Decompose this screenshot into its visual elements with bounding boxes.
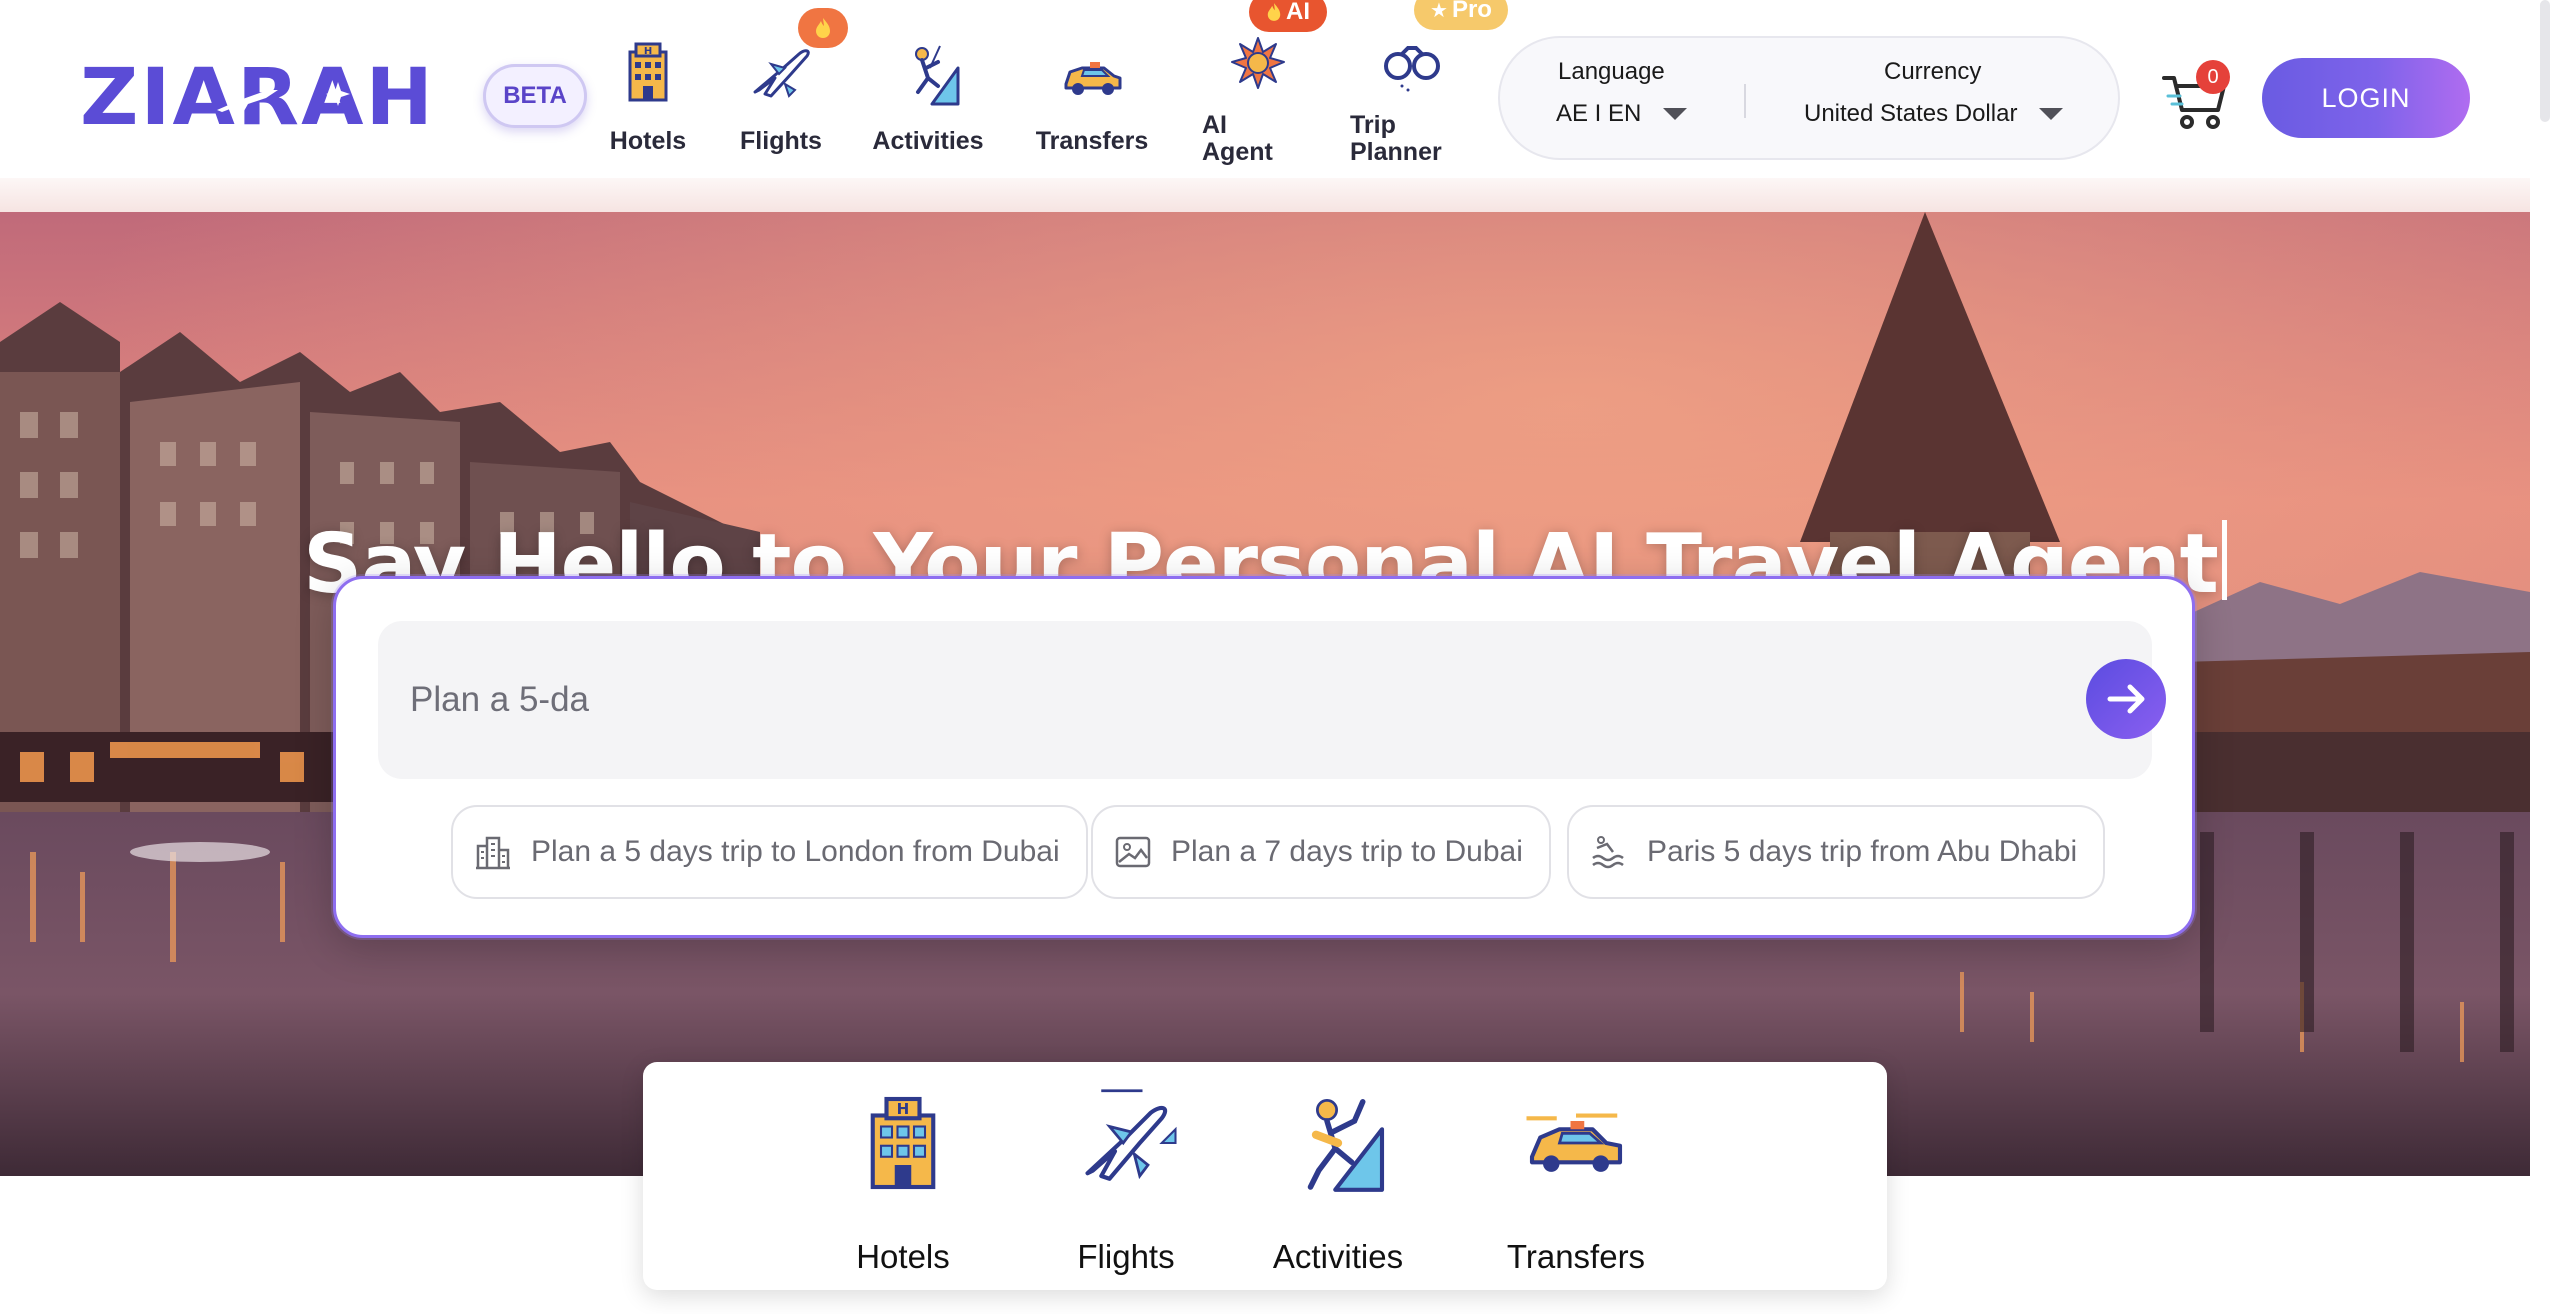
locale-divider: [1744, 84, 1746, 118]
nav-flights-label: Flights: [740, 127, 822, 155]
currency-value: United States Dollar: [1804, 100, 2018, 127]
language-value: AE I EN: [1556, 100, 1642, 127]
suggestion-chip[interactable]: Plan a 7 days trip to Dubai: [1091, 805, 1551, 899]
category-flights-label: Flights: [1077, 1238, 1175, 1275]
category-transfers[interactable]: Transfers: [1491, 1082, 1661, 1282]
nav-transfers-label: Transfers: [1035, 127, 1149, 155]
category-activities[interactable]: Activities: [1253, 1082, 1423, 1282]
header-divider: [0, 178, 2530, 212]
ai-search-card: Plan a 5 days trip to London from Dubai …: [333, 576, 2195, 938]
beta-badge: BETA: [483, 64, 587, 128]
nav-ai-agent[interactable]: AI AI Agent: [1202, 0, 1327, 174]
nav-flights[interactable]: Flights: [738, 8, 848, 174]
trip-prompt-input[interactable]: [408, 661, 2012, 739]
suggestion-chip-label: Paris 5 days trip from Abu Dhabi: [1647, 835, 2078, 868]
category-flights[interactable]: Flights: [1041, 1082, 1211, 1282]
category-transfers-label: Transfers: [1506, 1238, 1646, 1275]
suggestion-chip[interactable]: Paris 5 days trip from Abu Dhabi: [1567, 805, 2106, 899]
currency-label: Currency: [1884, 58, 1982, 85]
climber-icon: [1307, 1099, 1385, 1192]
taxi-icon: [1064, 62, 1122, 95]
nav-activities-label: Activities: [872, 127, 984, 155]
nav-trip-planner-label: Trip Planner: [1350, 111, 1442, 166]
nav-hotels[interactable]: H Hotels: [598, 24, 698, 174]
star-icon: ★: [1430, 0, 1448, 22]
chevron-down-icon: [2039, 108, 2064, 120]
ai-badge-label: AI: [1286, 0, 1310, 25]
chevron-down-icon: [1663, 108, 1688, 120]
nav-activities[interactable]: Activities: [872, 24, 984, 174]
cart-count-badge: 0: [2196, 60, 2230, 94]
nav-ai-agent-label: AI Agent: [1202, 111, 1273, 166]
submit-button[interactable]: [2086, 659, 2166, 739]
pro-badge-label: Pro: [1451, 0, 1492, 23]
climber-icon: [915, 45, 960, 106]
login-button[interactable]: LOGIN: [2262, 58, 2470, 138]
category-hotels[interactable]: H Hotels: [818, 1082, 988, 1282]
ai-burst-icon: [1231, 37, 1285, 89]
fire-icon: [816, 18, 830, 38]
ai-badge: AI: [1249, 0, 1327, 32]
language-label: Language: [1558, 58, 1665, 85]
category-card: H Hotels Flights Activities Transfers: [643, 1062, 1887, 1290]
suggestion-chip-label: Plan a 7 days trip to Dubai: [1171, 835, 1523, 868]
fire-icon: [1267, 3, 1281, 21]
search-field: [378, 621, 2166, 779]
flights-fire-badge: [798, 8, 848, 48]
category-hotels-label: Hotels: [856, 1238, 950, 1275]
scrollbar-thumb[interactable]: [2540, 0, 2550, 122]
category-activities-label: Activities: [1272, 1238, 1404, 1275]
nav-trip-planner[interactable]: ★ Pro Trip Planner: [1350, 0, 1508, 174]
scrollbar-track[interactable]: [2530, 0, 2556, 1314]
nav-transfers[interactable]: Transfers: [1036, 24, 1148, 174]
hotel-icon: H: [870, 1096, 936, 1190]
svg-text:H: H: [897, 1100, 910, 1118]
language-dropdown[interactable]: AE I EN: [1556, 100, 1688, 128]
ziarah-logo[interactable]: ZIARAH: [80, 53, 440, 143]
svg-text:H: H: [644, 46, 652, 57]
taxi-icon: [1526, 1113, 1623, 1172]
pro-badge: ★ Pro: [1414, 0, 1508, 30]
beach-swim-icon: [1592, 836, 1624, 869]
suggestion-chip[interactable]: Plan a 5 days trip to London from Dubai: [451, 805, 1088, 899]
currency-dropdown[interactable]: United States Dollar: [1804, 100, 2064, 128]
arrow-right-icon: [2107, 684, 2145, 714]
suggestion-chip-label: Plan a 5 days trip to London from Dubai: [531, 835, 1060, 868]
top-navigation-bar: ZIARAH BETA H Hotels Flights Activities …: [0, 0, 2530, 178]
city-buildings-icon: [476, 836, 510, 870]
locale-selector: Language AE I EN Currency United States …: [1498, 36, 2120, 160]
nav-hotels-label: Hotels: [609, 127, 687, 155]
binoculars-icon: [1384, 46, 1440, 92]
typing-cursor: [2221, 520, 2227, 600]
plane-icon: [1085, 1089, 1177, 1181]
landscape-photo-icon: [1115, 836, 1151, 868]
hotel-icon: H: [628, 42, 668, 102]
